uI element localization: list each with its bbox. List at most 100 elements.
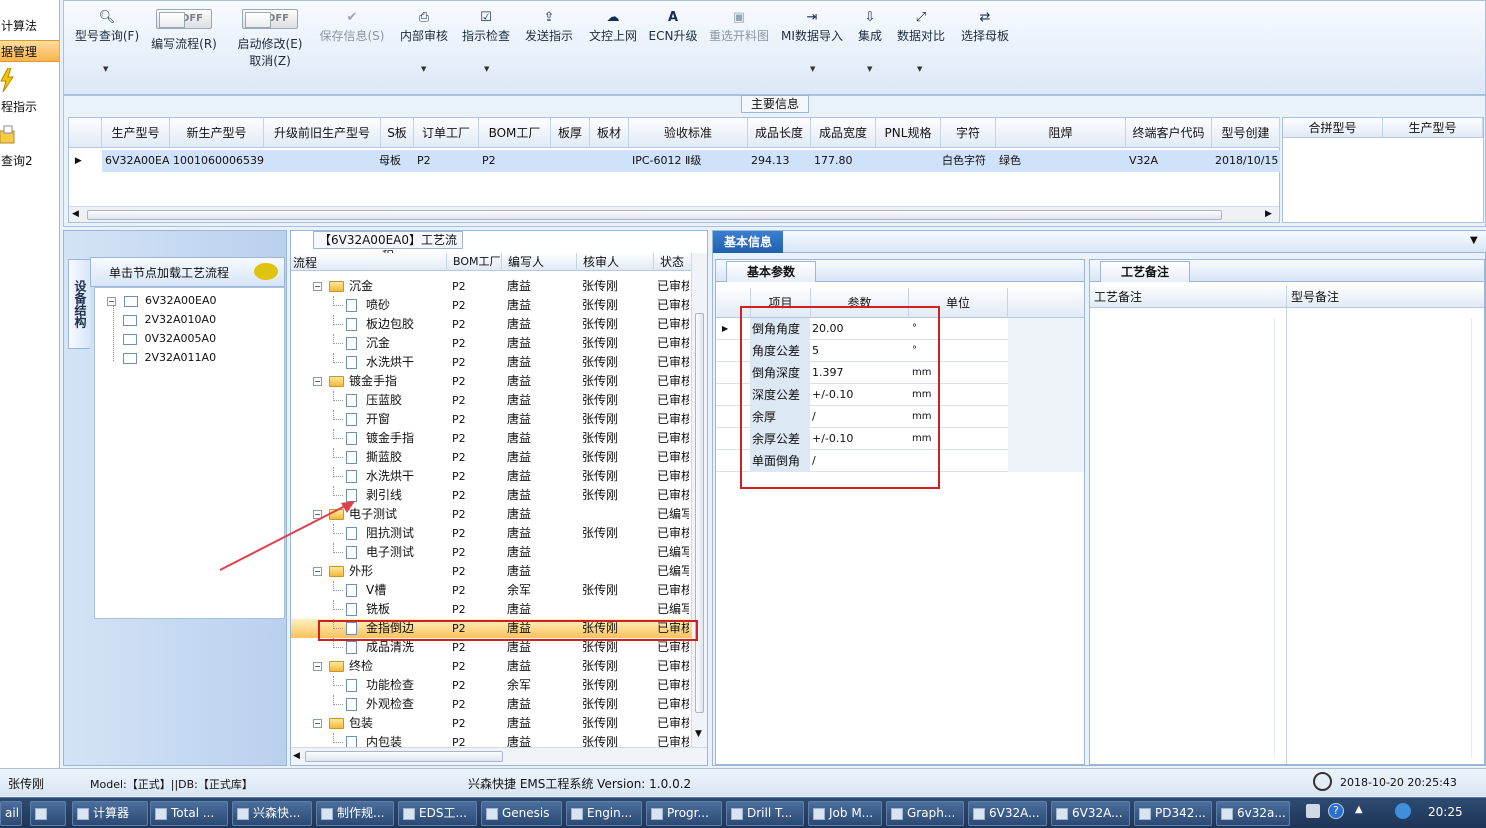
- cell[interactable]: [590, 150, 629, 172]
- cell[interactable]: P2: [414, 150, 479, 172]
- column-header[interactable]: 编写人: [501, 253, 544, 271]
- flow-row[interactable]: 外观检查 P2 唐益 张传刚 已审核: [291, 695, 691, 714]
- collapse-icon[interactable]: −: [313, 662, 322, 671]
- cancel-button[interactable]: 取消(Z): [232, 52, 308, 69]
- column-header[interactable]: 验收标准: [629, 118, 748, 148]
- start-modify-button[interactable]: OFF 启动修改(E) 取消(Z): [232, 9, 308, 69]
- tree-node-child[interactable]: 2V32A010A0: [123, 313, 216, 326]
- taskbar-button[interactable]: 兴森快...: [232, 801, 312, 826]
- flow-row[interactable]: 板边包胶 P2 唐益 张传刚 已审核: [291, 315, 691, 334]
- tab-basic-info[interactable]: 基本信息: [713, 231, 783, 253]
- taskbar-button[interactable]: Progr...: [646, 801, 722, 826]
- chevron-down-icon[interactable]: ▼: [484, 65, 489, 73]
- flow-row[interactable]: 开窗 P2 唐益 张传刚 已审核: [291, 410, 691, 429]
- flow-row[interactable]: − 包装 P2 唐益 张传刚 已审核: [291, 714, 691, 733]
- cell[interactable]: IPC-6012 Ⅱ级: [629, 150, 748, 172]
- chevron-down-icon[interactable]: ▼: [1470, 235, 1478, 246]
- chevron-down-icon[interactable]: ▼: [867, 65, 872, 73]
- chevron-down-icon[interactable]: ▼: [421, 65, 426, 73]
- vertical-scrollbar[interactable]: [1471, 318, 1481, 758]
- taskbar-button[interactable]: 6V32A...: [968, 801, 1047, 826]
- column-header[interactable]: 终端客户代码: [1126, 118, 1212, 148]
- tree-node-root[interactable]: − 6V32A00EA0: [107, 294, 217, 307]
- taskbar-button[interactable]: PD342...: [1134, 801, 1212, 826]
- ecn-upgrade-button[interactable]: A ECN升级: [648, 9, 698, 44]
- taskbar-button[interactable]: 6V32A...: [1051, 801, 1130, 826]
- horizontal-scrollbar[interactable]: ◀: [291, 747, 707, 765]
- horizontal-scrollbar[interactable]: ◀ ▶: [69, 206, 1279, 222]
- vertical-scrollbar[interactable]: ▼: [691, 253, 707, 747]
- cell[interactable]: 294.13: [748, 150, 811, 172]
- taskbar-button[interactable]: Total ...: [150, 801, 228, 826]
- cell[interactable]: [551, 150, 590, 172]
- save-info-button[interactable]: ✔ 保存信息(S): [316, 9, 388, 44]
- cell[interactable]: P2: [479, 150, 551, 172]
- send-indicator-button[interactable]: ⇪ 发送指示: [522, 9, 576, 44]
- model-note-textarea[interactable]: [1287, 308, 1484, 764]
- tree-node-child[interactable]: 0V32A005A0: [123, 332, 216, 345]
- flow-row[interactable]: 沉金 P2 唐益 张传刚 已审核: [291, 334, 691, 353]
- indicator-check-button[interactable]: ☑ 指示检查: [460, 9, 512, 44]
- cell[interactable]: 绿色: [996, 150, 1126, 172]
- integrate-button[interactable]: ⇩ 集成: [852, 9, 888, 44]
- start-modify-toggle[interactable]: OFF: [242, 9, 298, 29]
- tree-node-child[interactable]: 2V32A011A0: [123, 351, 216, 364]
- flow-row[interactable]: 镀金手指 P2 唐益 张传刚 已审核: [291, 429, 691, 448]
- flow-row[interactable]: 喷砂 P2 唐益 张传刚 已审核: [291, 296, 691, 315]
- column-header[interactable]: 合拼型号: [1283, 118, 1383, 138]
- column-header[interactable]: 流程: [293, 254, 317, 271]
- column-header[interactable]: 订单工厂: [414, 118, 479, 148]
- cell[interactable]: [264, 150, 381, 172]
- collapse-icon[interactable]: −: [313, 282, 322, 291]
- column-header[interactable]: 工艺备注: [1090, 286, 1287, 308]
- collapse-icon[interactable]: −: [313, 377, 322, 386]
- flow-row[interactable]: 内包装 P2 唐益 张传刚 已审核: [291, 733, 691, 747]
- taskbar-button[interactable]: Genesis: [481, 801, 562, 826]
- flow-row[interactable]: 水洗烘干 P2 唐益 张传刚 已审核: [291, 353, 691, 372]
- column-header[interactable]: BOM工厂: [479, 118, 551, 148]
- column-header[interactable]: S板: [381, 118, 414, 148]
- chevron-up-icon[interactable]: ▲: [1355, 804, 1363, 815]
- flow-row[interactable]: 撕蓝胶 P2 唐益 张传刚 已审核: [291, 448, 691, 467]
- taskbar-button[interactable]: 计算器: [72, 801, 148, 826]
- flow-row[interactable]: − 终检 P2 唐益 张传刚 已审核: [291, 657, 691, 676]
- scrollbar-thumb[interactable]: [695, 313, 704, 713]
- column-header[interactable]: 状态: [653, 253, 684, 271]
- tab-process-notes[interactable]: 工艺备注: [1100, 261, 1190, 282]
- scrollbar-thumb[interactable]: [305, 751, 503, 762]
- flow-row[interactable]: 压蓝胶 P2 唐益 张传刚 已审核: [291, 391, 691, 410]
- scrollbar-thumb[interactable]: [87, 210, 1222, 220]
- reselect-drawing-button[interactable]: ▣ 重选开料图: [706, 9, 772, 44]
- write-flow-toggle[interactable]: OFF: [156, 9, 212, 29]
- column-header[interactable]: 型号备注: [1287, 286, 1484, 308]
- flow-row[interactable]: 水洗烘干 P2 唐益 张传刚 已审核: [291, 467, 691, 486]
- scroll-left-icon[interactable]: ◀: [72, 209, 79, 219]
- column-header[interactable]: 型号创建: [1212, 118, 1280, 148]
- keyboard-icon[interactable]: [1306, 804, 1320, 818]
- flow-row[interactable]: − 镀金手指 P2 唐益 张传刚 已审核: [291, 372, 691, 391]
- nav-item-query2[interactable]: 查询2: [0, 150, 59, 172]
- column-header[interactable]: 字符: [941, 118, 996, 148]
- column-header[interactable]: 板厚: [551, 118, 590, 148]
- model-query-button[interactable]: 🔍︎ 型号查询(F): [72, 9, 142, 44]
- upload-doc-button[interactable]: ☁ 文控上网: [586, 9, 640, 44]
- taskbar-button[interactable]: Engin...: [566, 801, 642, 826]
- column-header[interactable]: 生产型号: [102, 118, 170, 148]
- column-header[interactable]: 新生产型号: [170, 118, 264, 148]
- column-header[interactable]: 生产型号: [1383, 118, 1483, 138]
- taskbar-button[interactable]: EDS工...: [398, 801, 477, 826]
- column-header[interactable]: 成品长度: [748, 118, 811, 148]
- taskbar-button[interactable]: Job M...: [808, 801, 882, 826]
- column-header[interactable]: 核审人: [576, 253, 619, 271]
- flow-row[interactable]: − 沉金 P2 唐益 张传刚 已审核: [291, 277, 691, 296]
- cell[interactable]: V32A: [1126, 150, 1212, 172]
- taskbar-button[interactable]: 6v32a...: [1216, 801, 1290, 826]
- process-note-textarea[interactable]: [1090, 308, 1287, 764]
- taskbar-button[interactable]: Graph...: [886, 801, 964, 826]
- flow-row[interactable]: 功能检查 P2 余军 张传刚 已审核: [291, 676, 691, 695]
- taskbar-button[interactable]: 制作规...: [316, 801, 394, 826]
- column-header[interactable]: 阻焊: [996, 118, 1126, 148]
- scroll-left-icon[interactable]: ◀: [293, 751, 300, 761]
- nav-item-flow-indicator[interactable]: 程指示: [0, 96, 59, 118]
- cell[interactable]: 母板: [376, 150, 416, 172]
